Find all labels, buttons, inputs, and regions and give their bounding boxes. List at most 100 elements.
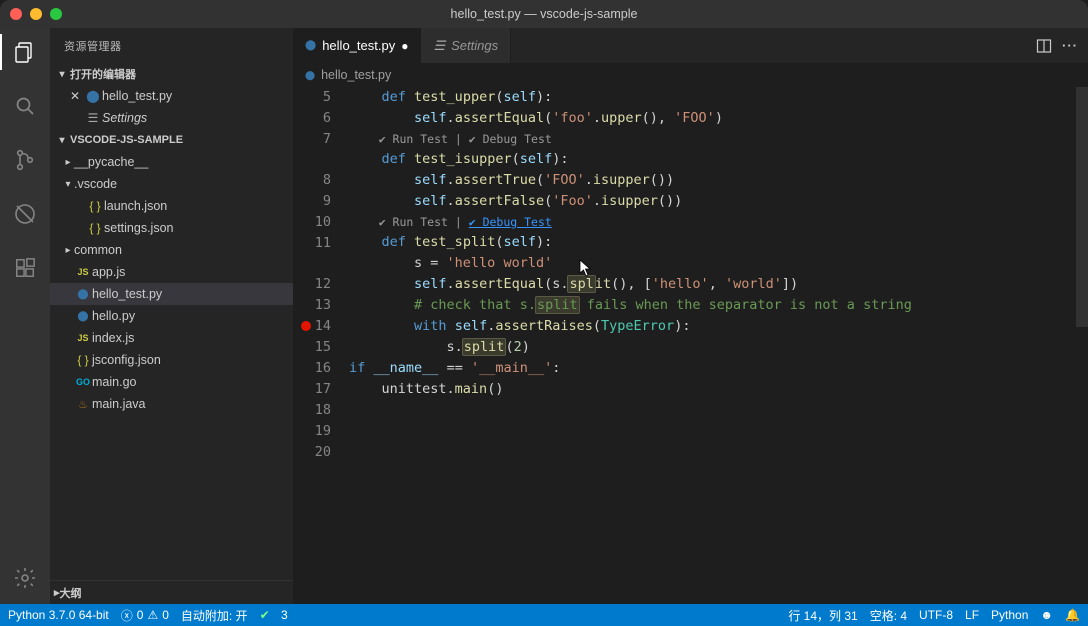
status-encoding[interactable]: UTF-8	[919, 608, 953, 622]
line-number: 16	[293, 358, 331, 379]
codelens: ✔ Run Test | ✔ Debug Test	[349, 129, 1088, 149]
scrollbar-thumb[interactable]	[1076, 87, 1088, 327]
sidebar-explorer: 资源管理器 ▾打开的编辑器 ✕ ⬤ hello_test.py ✕ ☰ Sett…	[50, 28, 293, 604]
explorer-icon[interactable]	[0, 34, 50, 70]
title-bar: hello_test.py — vscode-js-sample	[0, 0, 1088, 28]
search-icon[interactable]	[0, 88, 50, 124]
status-language[interactable]: Python	[991, 608, 1028, 622]
open-editor-item[interactable]: ✕ ☰ Settings	[50, 107, 293, 129]
folder-label: .vscode	[74, 177, 117, 191]
status-bell-icon[interactable]: 🔔	[1065, 608, 1080, 622]
breadcrumb[interactable]: ⬤ hello_test.py	[293, 63, 1088, 87]
codelens-debug-test[interactable]: ✔ Debug Test	[469, 132, 552, 146]
tab-bar: ⬤ hello_test.py ● ☰ Settings ···	[293, 28, 1088, 63]
python-file-icon: ⬤	[74, 289, 92, 300]
tab-hello-test[interactable]: ⬤ hello_test.py ●	[293, 28, 421, 63]
line-number: 9	[293, 191, 331, 212]
code-line[interactable]: s.split(2)	[349, 337, 1088, 358]
tab-settings[interactable]: ☰ Settings	[421, 28, 511, 63]
window-controls	[10, 8, 62, 20]
file-item[interactable]: ♨main.java	[50, 393, 293, 415]
python-file-icon: ⬤	[305, 40, 316, 51]
file-item[interactable]: ⬤hello_test.py	[50, 283, 293, 305]
status-indent[interactable]: 空格: 4	[870, 607, 907, 624]
status-problems[interactable]: ⓧ0 ⚠0	[121, 607, 169, 624]
code-line[interactable]: def test_upper(self):	[349, 87, 1088, 108]
extensions-icon[interactable]	[0, 250, 50, 286]
status-tests[interactable]: ✔ 3	[260, 608, 288, 622]
breakpoint-icon[interactable]	[301, 321, 311, 331]
settings-lines-icon: ☰	[84, 111, 102, 125]
source-control-icon[interactable]	[0, 142, 50, 178]
code-line[interactable]: def test_isupper(self):	[349, 149, 1088, 170]
settings-gear-icon[interactable]	[0, 560, 50, 596]
file-item[interactable]: GOmain.go	[50, 371, 293, 393]
codelens-debug-test[interactable]: ✔ Debug Test	[469, 215, 552, 229]
file-label: hello_test.py	[92, 287, 162, 301]
open-editor-item[interactable]: ✕ ⬤ hello_test.py	[50, 85, 293, 107]
dirty-dot-icon: ●	[401, 39, 408, 53]
more-actions-icon[interactable]: ···	[1062, 38, 1078, 53]
code-lines[interactable]: def test_upper(self): self.assertEqual('…	[349, 87, 1088, 604]
code-editor[interactable]: 567891011121314151617181920 def test_upp…	[293, 87, 1088, 604]
codelens: ✔ Run Test | ✔ Debug Test	[349, 212, 1088, 232]
file-item[interactable]: ⬤hello.py	[50, 305, 293, 327]
tab-label: Settings	[451, 38, 498, 53]
status-auto-attach[interactable]: 自动附加: 开	[181, 607, 248, 624]
file-item[interactable]: { }launch.json	[50, 195, 293, 217]
minimize-window-button[interactable]	[30, 8, 42, 20]
code-line[interactable]: with self.assertRaises(TypeError):	[349, 316, 1088, 337]
folder-item[interactable]: ▸__pycache__	[50, 151, 293, 173]
activity-bar	[0, 28, 50, 604]
outline-header[interactable]: ▸大纲	[50, 580, 293, 604]
code-line[interactable]: unittest.main()	[349, 379, 1088, 400]
close-icon[interactable]: ✕	[66, 89, 84, 103]
file-label: index.js	[92, 331, 134, 345]
close-window-button[interactable]	[10, 8, 22, 20]
code-line[interactable]: self.assertEqual('foo'.upper(), 'FOO')	[349, 108, 1088, 129]
code-line[interactable]: if __name__ == '__main__':	[349, 358, 1088, 379]
file-label: launch.json	[104, 199, 167, 213]
open-editors-list: ✕ ⬤ hello_test.py ✕ ☰ Settings	[50, 85, 293, 129]
code-line[interactable]: self.assertEqual(s.split(), ['hello', 'w…	[349, 274, 1088, 295]
open-editors-header[interactable]: ▾打开的编辑器	[50, 63, 293, 85]
sidebar-title: 资源管理器	[50, 28, 293, 63]
file-item[interactable]: JSindex.js	[50, 327, 293, 349]
file-label: main.java	[92, 397, 146, 411]
json-file-icon: { }	[86, 221, 104, 235]
status-eol[interactable]: LF	[965, 608, 979, 622]
file-label: hello.py	[92, 309, 135, 323]
folder-item[interactable]: ▸common	[50, 239, 293, 261]
folder-item[interactable]: ▾.vscode	[50, 173, 293, 195]
outline-label: 大纲	[60, 585, 82, 601]
status-python-version[interactable]: Python 3.7.0 64-bit	[8, 608, 109, 622]
folder-label: common	[74, 243, 122, 257]
split-editor-icon[interactable]	[1036, 38, 1052, 54]
go-file-icon: GO	[74, 377, 92, 387]
folder-header[interactable]: ▾VSCODE-JS-SAMPLE	[50, 129, 293, 151]
chevron-down-icon: ▾	[62, 179, 74, 190]
open-editors-label: 打开的编辑器	[70, 66, 136, 82]
code-line[interactable]: self.assertTrue('FOO'.isupper())	[349, 170, 1088, 191]
line-number-gutter: 567891011121314151617181920	[293, 87, 349, 604]
line-number: 17	[293, 379, 331, 400]
code-line[interactable]: s = 'hello world'	[349, 253, 1088, 274]
codelens-run-test[interactable]: ✔ Run Test	[379, 132, 448, 146]
python-file-icon: ⬤	[305, 70, 315, 81]
codelens-run-test[interactable]: ✔ Run Test	[379, 215, 448, 229]
file-item[interactable]: JSapp.js	[50, 261, 293, 283]
file-item[interactable]: { }settings.json	[50, 217, 293, 239]
status-feedback-icon[interactable]: ☻	[1040, 608, 1053, 622]
line-number: 8	[293, 170, 331, 191]
code-line[interactable]: # check that s.split fails when the sepa…	[349, 295, 1088, 316]
js-file-icon: JS	[74, 333, 92, 343]
scrollbar-track[interactable]	[1076, 87, 1088, 604]
code-line[interactable]: def test_split(self):	[349, 232, 1088, 253]
debug-icon[interactable]	[0, 196, 50, 232]
file-item[interactable]: { }jsconfig.json	[50, 349, 293, 371]
code-line[interactable]: self.assertFalse('Foo'.isupper())	[349, 191, 1088, 212]
maximize-window-button[interactable]	[50, 8, 62, 20]
settings-lines-icon: ☰	[433, 38, 445, 54]
json-file-icon: { }	[86, 199, 104, 213]
status-line-col[interactable]: 行 14，列 31	[788, 607, 857, 624]
